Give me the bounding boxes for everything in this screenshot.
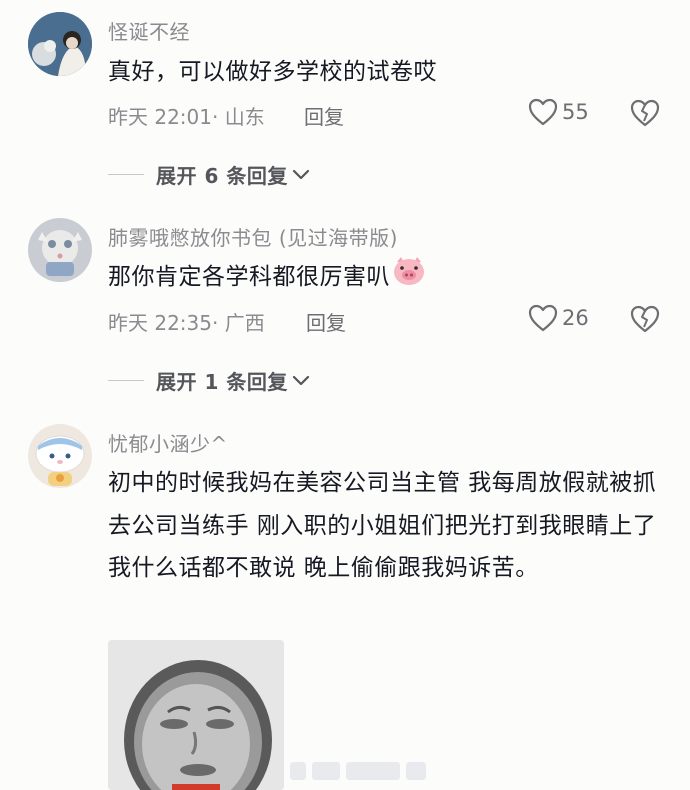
like-count: 26 [562, 306, 589, 330]
dislike-button[interactable] [630, 99, 660, 131]
divider [108, 174, 144, 175]
chevron-down-icon [292, 169, 309, 179]
avatar[interactable] [28, 12, 92, 76]
avatar[interactable] [28, 218, 92, 282]
username[interactable]: 怪诞不经 [108, 16, 190, 45]
heart-outline-icon [528, 304, 558, 332]
heart-outline-icon [528, 98, 558, 126]
dislike-button[interactable] [630, 305, 660, 337]
like-count: 55 [562, 100, 589, 124]
reply-button[interactable]: 回复 [306, 307, 346, 336]
expand-replies[interactable]: 展开 6 条回复 [108, 160, 310, 189]
expand-replies[interactable]: 展开 1 条回复 [108, 366, 310, 395]
comment-text: 那你肯定各学科都很厉害叭 [108, 256, 668, 299]
reply-button[interactable]: 回复 [304, 101, 344, 130]
username[interactable]: 肺雾哦憋放你书包 (见过海带版) [108, 222, 398, 251]
username[interactable]: 忧郁小涵少^ [108, 428, 228, 457]
comment-meta: 昨天 22:01· 山东 [108, 105, 265, 129]
expand-label: 展开 1 条回复 [156, 370, 288, 394]
broken-heart-icon [630, 99, 660, 127]
like-button[interactable]: 55 [528, 98, 589, 126]
watermark [290, 762, 426, 780]
comment-text: 真好，可以做好多学校的试卷哎 [108, 59, 437, 85]
expand-label: 展开 6 条回复 [156, 164, 288, 188]
broken-heart-icon [630, 305, 660, 333]
comment-meta: 昨天 22:35· 广西 [108, 311, 265, 335]
divider [108, 380, 144, 381]
chevron-down-icon [292, 375, 309, 385]
comment-text: 初中的时候我妈在美容公司当主管 我每周放假就被抓去公司当练手 刚入职的小姐姐们把… [108, 470, 657, 581]
like-button[interactable]: 26 [528, 304, 589, 332]
comment-text-content: 那你肯定各学科都很厉害叭 [108, 264, 390, 290]
avatar[interactable] [28, 424, 92, 488]
pig-emoji [392, 256, 426, 299]
dazed-face-sticker[interactable] [108, 640, 284, 790]
